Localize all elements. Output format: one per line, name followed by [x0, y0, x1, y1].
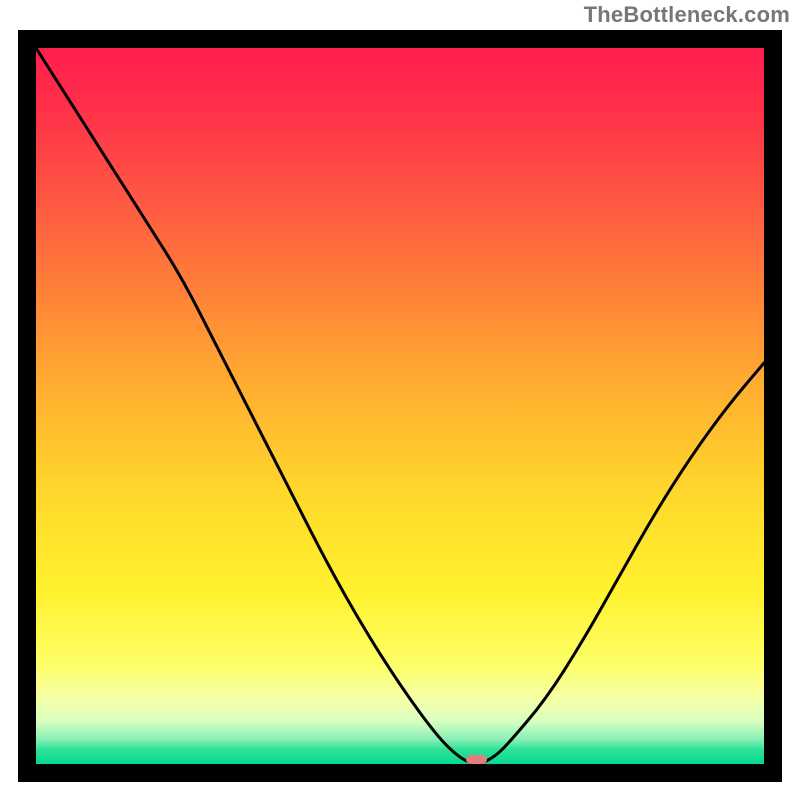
bottleneck-curve: [36, 48, 764, 764]
optimum-marker: [466, 755, 488, 764]
watermark-text: TheBottleneck.com: [584, 2, 790, 28]
chart-frame: [18, 30, 782, 782]
